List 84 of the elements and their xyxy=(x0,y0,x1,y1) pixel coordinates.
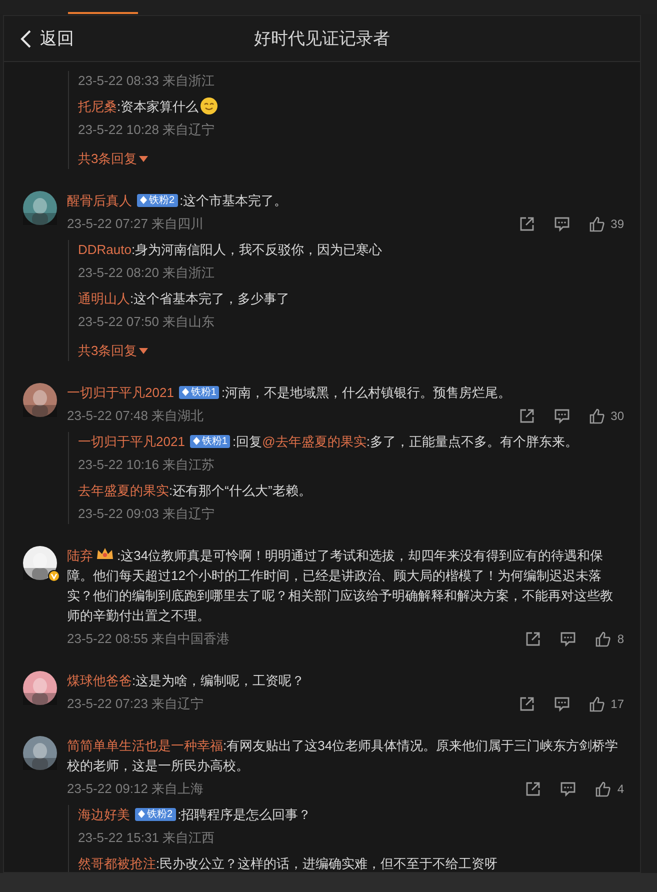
user-name[interactable]: 一切归于平凡2021 xyxy=(67,385,174,400)
comment-button[interactable] xyxy=(554,216,570,232)
share-button[interactable] xyxy=(518,216,535,232)
like-button[interactable]: 39 xyxy=(588,215,624,233)
share-icon xyxy=(518,216,535,232)
comment-text: :回复 xyxy=(232,434,262,449)
post-time: 23-5-22 08:33 来自浙江 xyxy=(78,72,216,90)
comment-icon xyxy=(554,216,570,232)
user-name[interactable]: 醒骨后真人 xyxy=(67,193,132,208)
comment-icon xyxy=(554,696,570,712)
user-name[interactable]: 一切归于平凡2021 xyxy=(78,434,185,449)
comment-icon xyxy=(560,631,576,647)
comment-text: 去年盛夏的果实:还有那个“什么大”老赖。 xyxy=(78,482,312,500)
back-icon xyxy=(20,28,32,48)
user-name-link[interactable]: 陆弃 xyxy=(67,548,93,563)
share-button[interactable] xyxy=(518,408,535,424)
post-time: 23-5-22 09:03 来自辽宁 xyxy=(78,505,216,523)
post-time: 23-5-22 07:27 来自四川 xyxy=(67,215,204,233)
comment-text: 陆弃 :这34位教师真是可怜啊！明明通过了考试和选拔，却四年来没有得到应有的待遇和保障。他们每天超过12个小时的工作时间，已经是讲政治、顾大局的楷模了！为何编制迟迟未落实？他们的编制到底跑到哪里去了呢？相关部门应该给予明确解释和解决方案，不能再对这些教师的辛勤付出置之不理。 xyxy=(67,546,614,625)
comment-text: 煤球他爸爸:这是为啥，编制呢，工资呢？ xyxy=(67,672,306,690)
comment-text: DDRauto:身为河南信阳人，我不反驳你，因为已寒心 xyxy=(78,241,384,259)
diamond-icon xyxy=(192,437,200,445)
comment-button[interactable] xyxy=(554,408,570,424)
user-name-link[interactable]: 简简单单生活也是一种幸福 xyxy=(67,738,223,753)
more-replies-link[interactable]: 共3条回复 xyxy=(78,341,148,361)
share-icon xyxy=(525,631,542,647)
share-icon xyxy=(518,408,535,424)
comment-button[interactable] xyxy=(554,696,570,712)
crown-icon xyxy=(96,546,114,562)
comment-icon xyxy=(560,781,576,797)
user-name-link[interactable]: 煤球他爸爸 xyxy=(67,673,132,688)
post-time: 23-5-22 07:50 来自山东 xyxy=(78,313,216,331)
comment-text: 简简单单生活也是一种幸福:有网友贴出了这34位老师具体情况。原来他们属于三门峡东方剑桥学校的老师，这是一所民办高校。 xyxy=(67,737,620,775)
share-button[interactable] xyxy=(525,781,542,797)
diamond-icon xyxy=(182,388,189,396)
back-button[interactable]: 返回 xyxy=(20,26,74,52)
user-name-link[interactable]: 然哥都被抢注 xyxy=(78,856,156,871)
fan-badge: 铁粉2 xyxy=(137,194,178,206)
comment-text: :多了，正能量点不多。有个胖东来。 xyxy=(366,434,578,449)
thumbs-up-icon xyxy=(588,696,605,712)
comment-text: :招聘程序是怎么回事？ xyxy=(178,807,312,822)
post-time: 23-5-22 08:55 来自中国香港 xyxy=(67,630,230,648)
thumbs-up-icon xyxy=(595,631,612,647)
user-name-link[interactable]: 去年盛夏的果实 xyxy=(78,483,169,498)
share-icon xyxy=(525,781,542,797)
fan-badge: 铁粉1 xyxy=(178,386,220,398)
post-time: 23-5-22 09:12 来自上海 xyxy=(67,780,204,798)
fan-badge: 铁粉2 xyxy=(135,808,176,820)
caret-icon xyxy=(139,348,148,354)
thumbs-up-icon xyxy=(588,408,605,424)
thumbs-up-icon xyxy=(588,216,605,232)
share-button[interactable] xyxy=(525,631,542,647)
post-time: 23-5-22 15:31 来自江西 xyxy=(78,829,216,847)
share-button[interactable] xyxy=(518,696,535,712)
post-time: 23-5-22 07:48 来自湖北 xyxy=(67,407,204,425)
share-icon xyxy=(518,696,535,712)
user-name[interactable]: 海边好美 xyxy=(78,807,130,822)
like-button[interactable]: 17 xyxy=(588,695,624,713)
like-button[interactable]: 8 xyxy=(595,630,624,648)
post-time: 23-5-22 10:16 来自江苏 xyxy=(78,456,216,474)
like-button[interactable]: 30 xyxy=(588,407,624,425)
post-time: 23-5-22 10:28 来自辽宁 xyxy=(78,121,216,139)
comment-text: :这个市基本完了。 xyxy=(180,193,288,208)
fan-badge: 铁粉1 xyxy=(190,434,230,448)
user-name-link[interactable]: 通明山人 xyxy=(78,291,130,306)
user-name-link[interactable]: DDRauto xyxy=(78,242,132,257)
mention-link[interactable]: @去年盛夏的果实 xyxy=(262,434,366,449)
diamond-icon xyxy=(140,196,147,204)
comment-text: 然哥都被抢注:民办改公立？这样的话，进编确实难，但不至于不给工资呀 xyxy=(78,855,499,872)
comment-button[interactable] xyxy=(560,781,576,797)
diamond-icon xyxy=(138,810,145,818)
comment-button[interactable] xyxy=(560,631,576,647)
page-title: 好时代见证记录者 xyxy=(254,28,390,50)
comment-text: 通明山人:这个省基本完了，多少事了 xyxy=(78,290,291,308)
comment-icon xyxy=(554,408,570,424)
more-replies-link[interactable]: 共3条回复 xyxy=(78,149,148,169)
user-name-link[interactable]: 托尼桑 xyxy=(78,99,117,114)
post-time: 23-5-22 07:23 来自辽宁 xyxy=(67,695,204,713)
comment-text: 托尼桑:资本家算什么 xyxy=(78,97,640,117)
caret-icon xyxy=(139,156,148,162)
post-time: 23-5-22 08:20 来自浙江 xyxy=(78,264,216,282)
comment-text: :河南，不是地域黑，什么村镇银行。预售房烂尾。 xyxy=(221,385,512,400)
like-button[interactable]: 4 xyxy=(595,780,624,798)
thumbs-up-icon xyxy=(595,781,612,797)
